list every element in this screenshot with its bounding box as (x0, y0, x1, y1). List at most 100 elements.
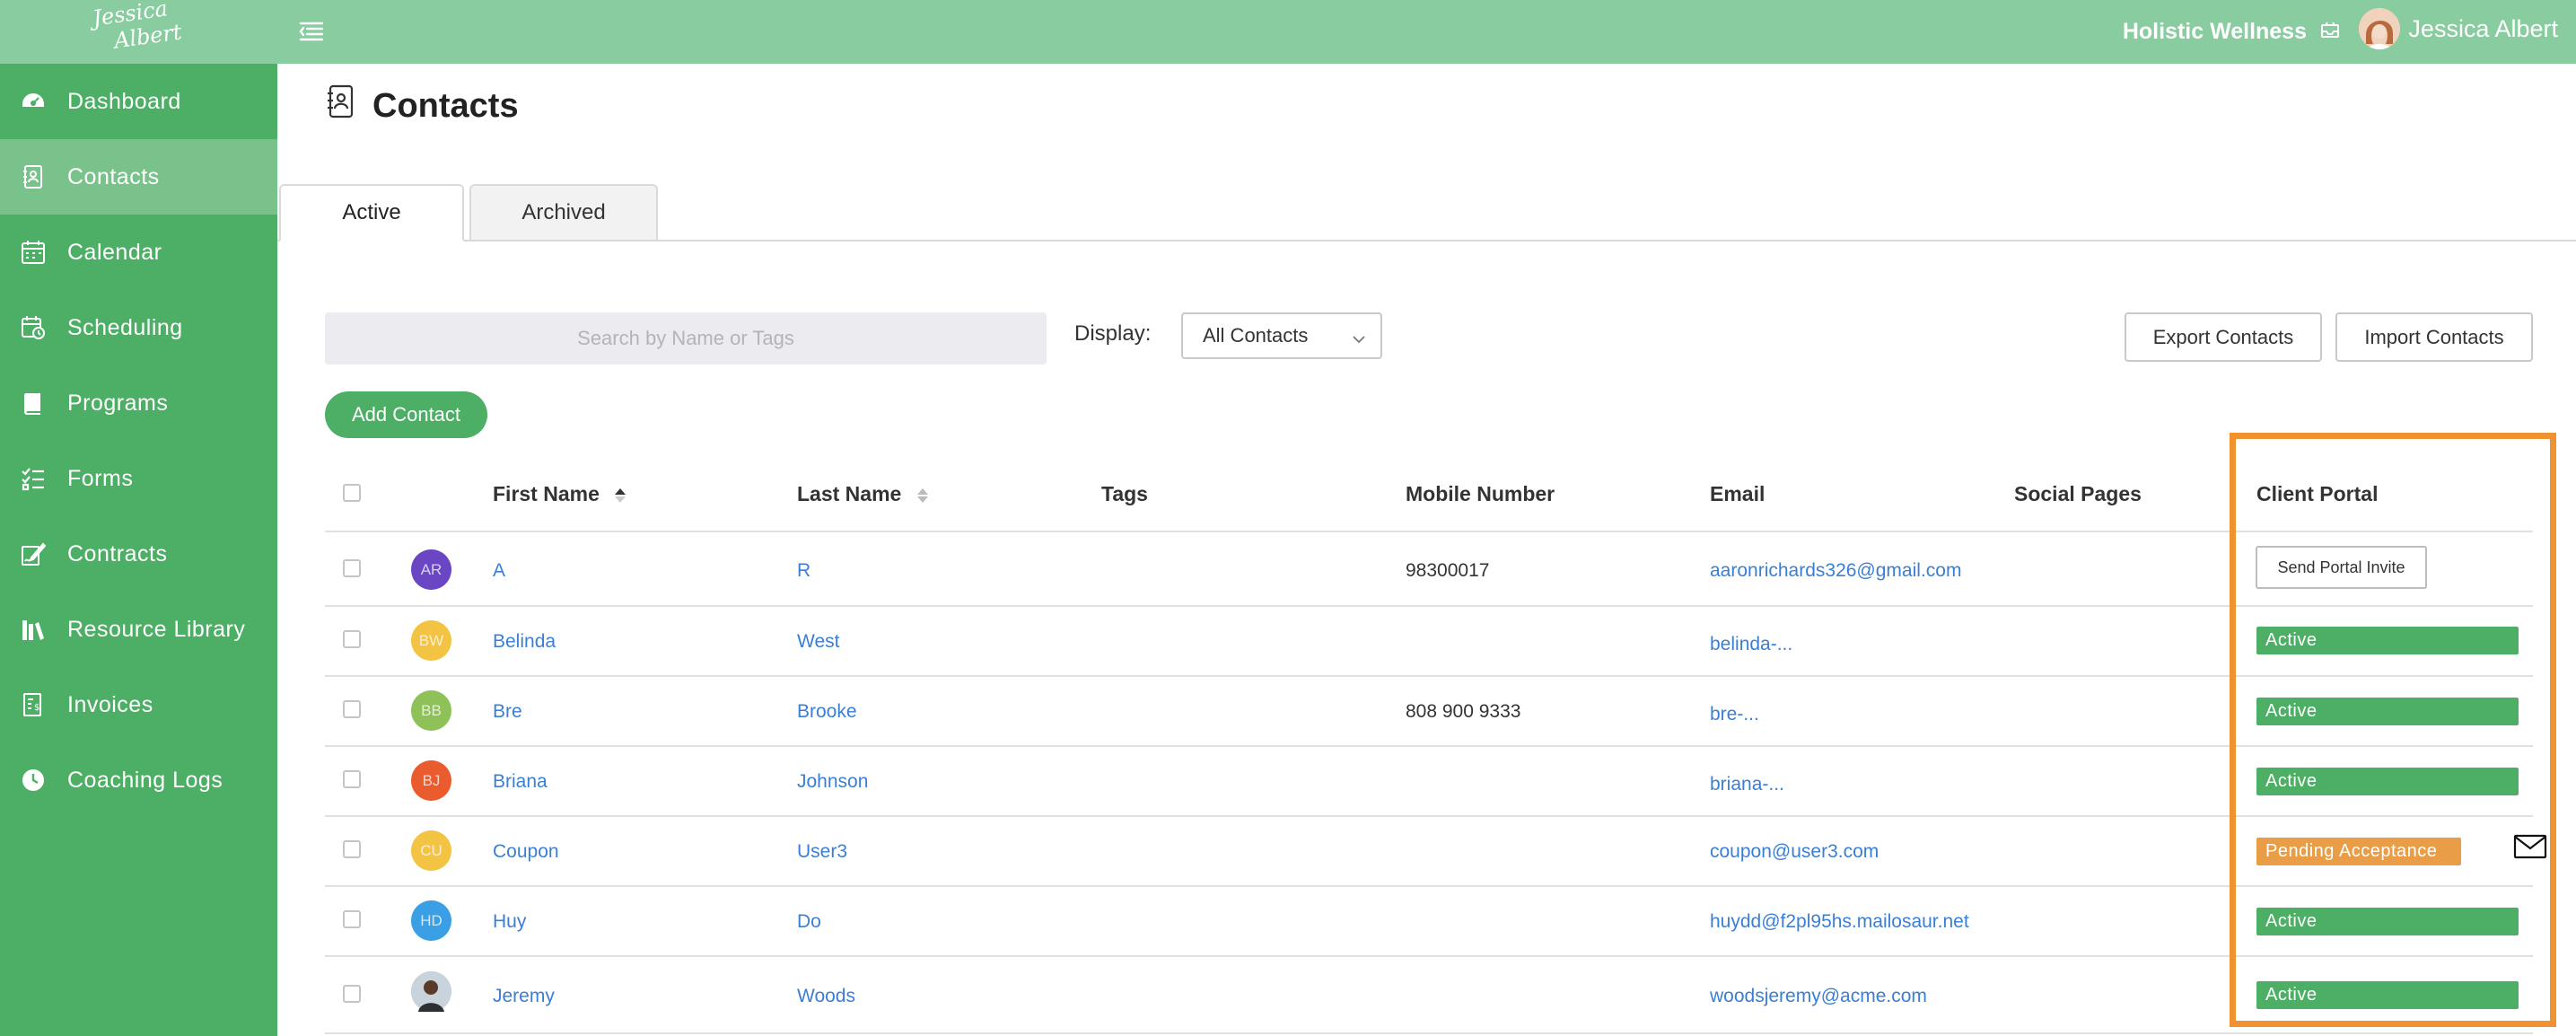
sidebar-item-coaching-logs[interactable]: Coaching Logs (0, 742, 277, 818)
display-select-value: All Contacts (1203, 324, 1309, 347)
row-divider (325, 745, 2533, 747)
sidebar-item-label: Contracts (67, 540, 168, 566)
export-contacts-button[interactable]: Export Contacts (2125, 312, 2322, 362)
avatar: BB (411, 690, 451, 731)
mobile-number: 98300017 (1406, 560, 1490, 581)
search-input[interactable] (325, 312, 1047, 364)
sidebar-item-label: Resource Library (67, 616, 246, 642)
first-name-link[interactable]: Jeremy (493, 985, 555, 1008)
sidebar-item-label: Invoices (67, 691, 153, 717)
sidebar-item-contacts[interactable]: Contacts (0, 139, 277, 215)
user-name[interactable]: Jessica Albert (2408, 15, 2558, 42)
row-checkbox[interactable] (343, 700, 361, 718)
signature-icon (20, 540, 47, 567)
avatar (411, 971, 451, 1012)
email-link[interactable]: aaronrichards326@gmail.com (1710, 559, 1961, 583)
row-checkbox[interactable] (343, 840, 361, 858)
email-link[interactable]: briana-... (1710, 773, 1784, 796)
last-name-link[interactable]: Do (797, 910, 821, 934)
avatar: BJ (411, 760, 451, 801)
last-name-link[interactable]: R (797, 559, 810, 583)
import-contacts-button[interactable]: Import Contacts (2335, 312, 2533, 362)
mailbox-icon[interactable] (2319, 20, 2341, 41)
email-link[interactable]: huydd@f2pl95hs.mailosaur.net (1710, 910, 1969, 934)
email-link[interactable]: bre-... (1710, 703, 1759, 726)
sort-icon (916, 487, 928, 503)
first-name-link[interactable]: Bre (493, 700, 522, 724)
sidebar-item-label: Scheduling (67, 314, 183, 340)
first-name-link[interactable]: Huy (493, 910, 526, 934)
sidebar-item-resource-library[interactable]: Resource Library (0, 592, 277, 667)
row-checkbox[interactable] (343, 559, 361, 577)
display-select[interactable]: All Contacts (1181, 312, 1382, 359)
first-name-link[interactable]: Coupon (493, 840, 559, 864)
row-checkbox[interactable] (343, 910, 361, 928)
user-avatar[interactable] (2359, 8, 2400, 49)
status-badge: Active (2256, 908, 2519, 935)
last-name-link[interactable]: Johnson (797, 770, 868, 794)
email-link[interactable]: coupon@user3.com (1710, 840, 1879, 864)
last-name-link[interactable]: Brooke (797, 700, 857, 724)
client-portal-highlight (2230, 433, 2556, 1027)
row-divider (325, 955, 2533, 957)
envelope-icon[interactable] (2513, 833, 2547, 860)
add-contact-button[interactable]: Add Contact (325, 391, 487, 438)
sidebar-item-calendar[interactable]: Calendar (0, 215, 277, 290)
avatar: CU (411, 830, 451, 871)
checklist-icon (20, 465, 47, 492)
calendar-icon (20, 239, 47, 266)
contacts-book-icon (325, 84, 355, 120)
header-first-name-label: First Name (493, 482, 600, 505)
header-divider (325, 531, 2533, 532)
display-label: Display: (1074, 321, 1152, 346)
header-last-name-label: Last Name (797, 482, 902, 505)
select-all-checkbox[interactable] (343, 484, 361, 502)
email-link[interactable]: woodsjeremy@acme.com (1710, 985, 1927, 1008)
header-last-name[interactable]: Last Name (797, 480, 929, 507)
contacts-icon (20, 163, 47, 190)
last-name-link[interactable]: User3 (797, 840, 847, 864)
first-name-link[interactable]: Belinda (493, 630, 556, 654)
row-divider (325, 1032, 2533, 1034)
sidebar-item-contracts[interactable]: Contracts (0, 516, 277, 592)
header-tags: Tags (1101, 482, 1148, 505)
header-first-name[interactable]: First Name (493, 480, 626, 507)
last-name-link[interactable]: Woods (797, 985, 855, 1008)
tab-archived[interactable]: Archived (469, 184, 658, 241)
sidebar: Dashboard Contacts Calendar Scheduling P… (0, 64, 277, 1036)
email-link[interactable]: belinda-... (1710, 633, 1792, 656)
row-checkbox[interactable] (343, 985, 361, 1003)
sidebar-item-programs[interactable]: Programs (0, 365, 277, 441)
status-badge: Active (2256, 627, 2519, 654)
tab-active[interactable]: Active (279, 184, 464, 241)
sidebar-item-forms[interactable]: Forms (0, 441, 277, 516)
organization-name[interactable]: Holistic Wellness (2123, 18, 2307, 45)
sidebar-item-label: Coaching Logs (67, 767, 223, 793)
scheduling-icon (20, 314, 47, 341)
sidebar-item-invoices[interactable]: $ Invoices (0, 667, 277, 742)
svg-text:$: $ (34, 703, 39, 713)
row-divider (325, 885, 2533, 887)
menu-toggle-icon[interactable] (298, 19, 325, 44)
brand-logo[interactable]: Jessica Albert (0, 0, 277, 64)
row-checkbox[interactable] (343, 770, 361, 788)
row-checkbox[interactable] (343, 630, 361, 648)
row-divider (325, 675, 2533, 677)
sidebar-item-dashboard[interactable]: Dashboard (0, 64, 277, 139)
sidebar-item-scheduling[interactable]: Scheduling (0, 290, 277, 365)
status-badge: Active (2256, 768, 2519, 795)
first-name-link[interactable]: Briana (493, 770, 548, 794)
header-email: Email (1710, 482, 1766, 505)
first-name-link[interactable]: A (493, 559, 505, 583)
row-divider (325, 815, 2533, 817)
invoice-icon: $ (20, 691, 47, 718)
top-bar: Jessica Albert Holistic Wellness Jessica… (0, 0, 2576, 64)
library-icon (20, 616, 47, 643)
last-name-link[interactable]: West (797, 630, 839, 654)
send-portal-invite-button[interactable]: Send Portal Invite (2256, 546, 2427, 589)
avatar: BW (411, 620, 451, 661)
status-badge: Active (2256, 698, 2519, 725)
header-mobile-number: Mobile Number (1406, 482, 1555, 505)
person-photo (411, 971, 451, 1012)
sidebar-item-label: Contacts (67, 163, 160, 189)
